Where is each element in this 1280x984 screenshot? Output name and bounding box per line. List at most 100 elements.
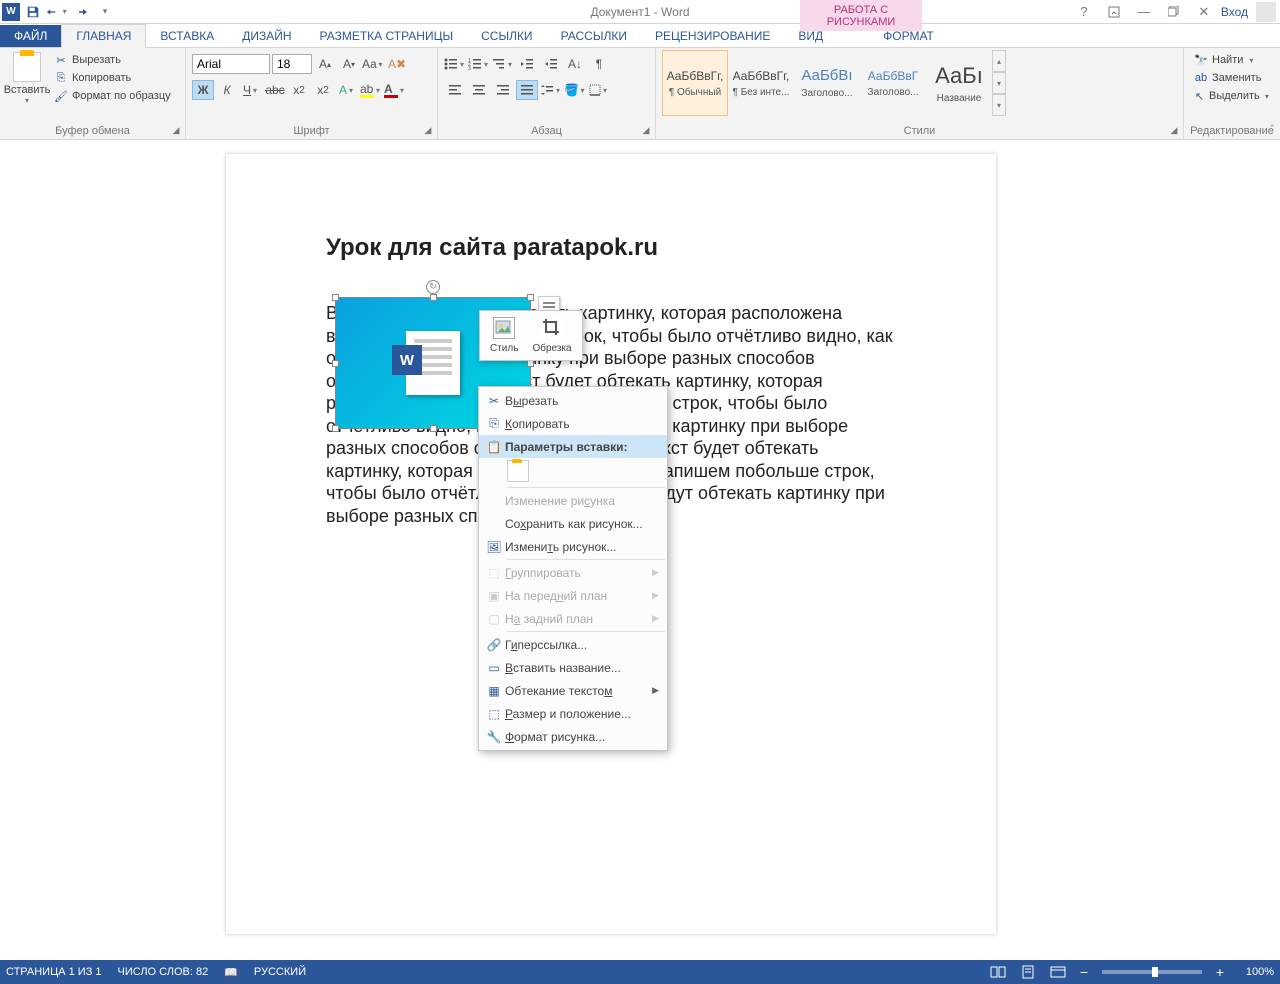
- resize-handle-bm[interactable]: [430, 425, 437, 432]
- resize-handle-mr[interactable]: [527, 360, 534, 367]
- tab-mailings[interactable]: РАССЫЛКИ: [547, 25, 641, 47]
- ctx-save-as-picture[interactable]: Сохранить как рисунок...: [479, 512, 667, 535]
- page-indicator[interactable]: СТРАНИЦА 1 ИЗ 1: [6, 966, 102, 978]
- styles-gallery[interactable]: АаБбВвГг,¶ Обычный АаБбВвГг,¶ Без инте..…: [662, 50, 1006, 116]
- language-indicator[interactable]: РУССКИЙ: [254, 966, 306, 978]
- ctx-format-picture[interactable]: 🔧Формат рисунка...: [479, 725, 667, 748]
- gallery-scroll-down[interactable]: ▾: [992, 72, 1006, 94]
- qat-customize-button[interactable]: ▾: [94, 2, 116, 22]
- ctx-text-wrapping[interactable]: ▦Обтекание текстом▶: [479, 679, 667, 702]
- replace-button[interactable]: abЗаменить: [1190, 70, 1274, 86]
- strikethrough-button[interactable]: abc: [264, 80, 286, 100]
- help-button[interactable]: ?: [1071, 2, 1097, 22]
- ctx-size-position[interactable]: ⬚Размер и положение...: [479, 702, 667, 725]
- ctx-insert-caption[interactable]: ▭Вставить название...: [479, 656, 667, 679]
- paste-keep-source-button[interactable]: [507, 460, 529, 482]
- borders-button[interactable]: ▾: [588, 80, 610, 100]
- clear-formatting-button[interactable]: A✖: [386, 54, 408, 74]
- numbering-button[interactable]: 123▾: [468, 54, 490, 74]
- sign-in-link[interactable]: Вход: [1221, 5, 1248, 19]
- style-title[interactable]: АаБıНазвание: [926, 50, 992, 116]
- cut-button[interactable]: ✂Вырезать: [52, 52, 173, 68]
- zoom-out-button[interactable]: −: [1076, 964, 1092, 980]
- resize-handle-tr[interactable]: [527, 294, 534, 301]
- zoom-in-button[interactable]: +: [1212, 964, 1228, 980]
- rotate-handle[interactable]: [426, 280, 440, 294]
- save-button[interactable]: [22, 2, 44, 22]
- align-center-button[interactable]: [468, 80, 490, 100]
- zoom-slider-thumb[interactable]: [1152, 967, 1158, 977]
- ctx-hyperlink[interactable]: 🔗Гиперссылка...: [479, 633, 667, 656]
- align-left-button[interactable]: [444, 80, 466, 100]
- redo-button[interactable]: [70, 2, 92, 22]
- undo-button[interactable]: ▾: [46, 2, 68, 22]
- crop-button[interactable]: Обрезка: [526, 315, 577, 356]
- web-layout-button[interactable]: [1046, 962, 1070, 982]
- line-spacing-button[interactable]: ▾: [540, 80, 562, 100]
- find-button[interactable]: 🔭Найти▾: [1190, 52, 1274, 68]
- multilevel-list-button[interactable]: ▾: [492, 54, 514, 74]
- align-right-button[interactable]: [492, 80, 514, 100]
- font-dialog-launcher[interactable]: ◢: [422, 124, 434, 136]
- resize-handle-tm[interactable]: [430, 294, 437, 301]
- resize-handle-ml[interactable]: [332, 360, 339, 367]
- document-area[interactable]: Урок для сайта paratapok.ru Вот этот тек…: [0, 140, 1280, 956]
- ctx-cut[interactable]: ✂Вырезать: [479, 389, 667, 412]
- close-button[interactable]: ✕: [1191, 2, 1217, 22]
- gallery-scroll-up[interactable]: ▴: [992, 50, 1006, 72]
- superscript-button[interactable]: x2: [312, 80, 334, 100]
- change-case-button[interactable]: Aa▾: [362, 54, 384, 74]
- proofing-button[interactable]: 📖: [224, 966, 238, 979]
- tab-insert[interactable]: ВСТАВКА: [146, 25, 228, 47]
- paragraph-dialog-launcher[interactable]: ◢: [640, 124, 652, 136]
- bold-button[interactable]: Ж: [192, 80, 214, 100]
- styles-dialog-launcher[interactable]: ◢: [1168, 124, 1180, 136]
- font-name-combo[interactable]: [192, 54, 270, 74]
- font-size-combo[interactable]: [272, 54, 312, 74]
- tab-design[interactable]: ДИЗАЙН: [228, 25, 305, 47]
- ctx-copy[interactable]: ⎘Копировать: [479, 412, 667, 435]
- text-effects-button[interactable]: A▾: [336, 80, 358, 100]
- print-layout-button[interactable]: [1016, 962, 1040, 982]
- select-button[interactable]: ↖Выделить▾: [1190, 88, 1274, 104]
- increase-indent-button[interactable]: [540, 54, 562, 74]
- copy-button[interactable]: ⎘Копировать: [52, 70, 173, 86]
- style-heading1[interactable]: АаБбВıЗаголово...: [794, 50, 860, 116]
- bullets-button[interactable]: ▾: [444, 54, 466, 74]
- highlight-button[interactable]: ab▾: [360, 80, 382, 100]
- resize-handle-bl[interactable]: [332, 425, 339, 432]
- word-count[interactable]: ЧИСЛО СЛОВ: 82: [118, 966, 209, 978]
- style-heading2[interactable]: АаБбВвГЗаголово...: [860, 50, 926, 116]
- shrink-font-button[interactable]: A▾: [338, 54, 360, 74]
- page[interactable]: Урок для сайта paratapok.ru Вот этот тек…: [226, 154, 996, 934]
- clipboard-dialog-launcher[interactable]: ◢: [170, 124, 182, 136]
- minimize-button[interactable]: —: [1131, 2, 1157, 22]
- tab-references[interactable]: ССЫЛКИ: [467, 25, 546, 47]
- tab-home[interactable]: ГЛАВНАЯ: [61, 24, 146, 48]
- tab-file[interactable]: ФАЙЛ: [0, 25, 61, 47]
- underline-button[interactable]: Ч▾: [240, 80, 262, 100]
- tab-page-layout[interactable]: РАЗМЕТКА СТРАНИЦЫ: [306, 25, 468, 47]
- font-color-button[interactable]: A▾: [384, 80, 406, 100]
- italic-button[interactable]: К: [216, 80, 238, 100]
- justify-button[interactable]: [516, 80, 538, 100]
- style-no-spacing[interactable]: АаБбВвГг,¶ Без инте...: [728, 50, 794, 116]
- user-avatar[interactable]: [1256, 2, 1276, 22]
- format-painter-button[interactable]: 🖌Формат по образцу: [52, 88, 173, 104]
- ctx-change-picture[interactable]: 🖼Изменить рисунок...: [479, 535, 667, 558]
- sort-button[interactable]: A↓: [564, 54, 586, 74]
- gallery-expand[interactable]: ▾: [992, 94, 1006, 116]
- zoom-slider[interactable]: [1102, 970, 1202, 974]
- show-marks-button[interactable]: ¶: [588, 54, 610, 74]
- decrease-indent-button[interactable]: [516, 54, 538, 74]
- picture-style-button[interactable]: Стиль: [484, 315, 524, 356]
- restore-button[interactable]: [1161, 2, 1187, 22]
- resize-handle-tl[interactable]: [332, 294, 339, 301]
- read-mode-button[interactable]: [986, 962, 1010, 982]
- shading-button[interactable]: 🪣▾: [564, 80, 586, 100]
- tab-review[interactable]: РЕЦЕНЗИРОВАНИЕ: [641, 25, 784, 47]
- subscript-button[interactable]: x2: [288, 80, 310, 100]
- collapse-ribbon-button[interactable]: ˆ: [1270, 124, 1274, 136]
- style-normal[interactable]: АаБбВвГг,¶ Обычный: [662, 50, 728, 116]
- zoom-level[interactable]: 100%: [1234, 966, 1274, 978]
